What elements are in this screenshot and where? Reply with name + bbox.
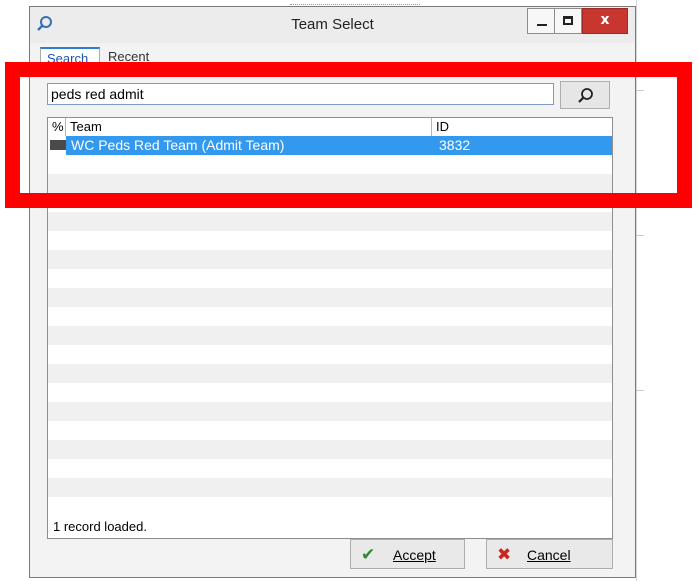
empty-row <box>48 459 612 478</box>
search-button[interactable] <box>560 81 610 109</box>
status-text: 1 record loaded. <box>53 519 147 534</box>
close-button[interactable]: x <box>582 8 628 34</box>
empty-row <box>48 364 612 383</box>
empty-row <box>48 250 612 269</box>
background-panel-edge <box>636 0 645 581</box>
close-icon: x <box>600 12 610 28</box>
empty-row <box>48 269 612 288</box>
empty-row <box>48 345 612 364</box>
column-header-team[interactable]: Team <box>66 118 432 136</box>
match-percent-bar <box>50 140 66 150</box>
id-cell: 3832 <box>439 137 471 153</box>
empty-row <box>48 326 612 345</box>
empty-row <box>48 440 612 459</box>
tab-recent[interactable]: Recent <box>102 47 162 69</box>
empty-row <box>48 155 612 174</box>
empty-row <box>48 174 612 193</box>
search-input[interactable] <box>47 83 554 105</box>
checkmark-icon: ✔ <box>361 545 376 565</box>
cancel-label: Cancel <box>527 547 571 563</box>
background-divider <box>636 235 644 236</box>
tab-search[interactable]: Search <box>40 47 100 69</box>
empty-row <box>48 383 612 402</box>
row-indicator <box>48 136 66 155</box>
background-decoration <box>290 0 420 5</box>
minimize-icon <box>537 24 547 26</box>
empty-row <box>48 421 612 440</box>
empty-row <box>48 193 612 212</box>
magnifier-icon <box>578 88 593 103</box>
empty-row <box>48 288 612 307</box>
empty-row <box>48 478 612 497</box>
minimize-button[interactable] <box>527 8 555 34</box>
empty-row <box>48 307 612 326</box>
maximize-icon <box>563 16 573 25</box>
column-header-percent[interactable]: % <box>48 118 66 136</box>
results-grid[interactable]: % Team ID WC Peds Red Team (Admit Team) … <box>47 117 613 539</box>
accept-label: Accept <box>393 547 436 563</box>
cancel-x-icon: ✖ <box>497 545 512 565</box>
empty-row <box>48 497 612 516</box>
grid-header: % Team ID <box>48 118 612 137</box>
team-select-dialog: Team Select x Search Recent % Team ID <box>29 6 636 578</box>
maximize-button[interactable] <box>554 8 582 34</box>
accept-button[interactable]: ✔ Accept <box>350 539 465 569</box>
cancel-button[interactable]: ✖ Cancel <box>486 539 613 569</box>
column-header-id[interactable]: ID <box>432 118 612 136</box>
background-divider <box>636 390 644 391</box>
team-cell: WC Peds Red Team (Admit Team) <box>71 137 285 153</box>
empty-row <box>48 231 612 250</box>
empty-row <box>48 402 612 421</box>
empty-row <box>48 212 612 231</box>
title-bar[interactable]: Team Select x <box>30 7 635 43</box>
table-row[interactable]: WC Peds Red Team (Admit Team) 3832 <box>48 136 612 155</box>
background-divider <box>636 90 644 91</box>
